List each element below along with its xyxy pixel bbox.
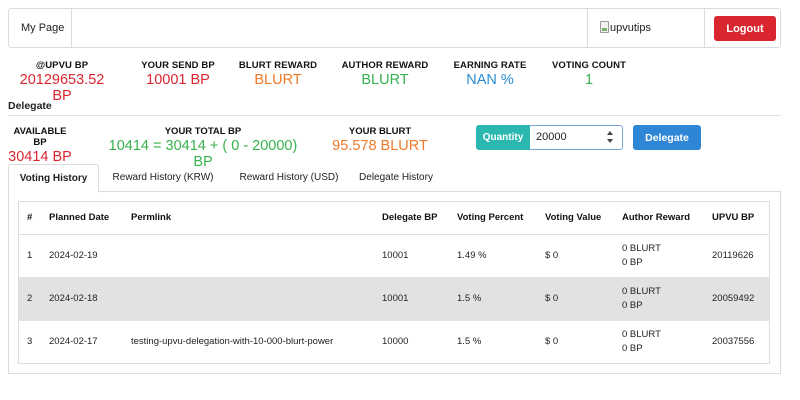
stat-earning-rate: EARNING RATE NAN % [440,60,540,88]
stat-value: BLURT [254,72,302,88]
stat-label: VOTING COUNT [551,60,627,71]
cell-num: 3 [27,335,33,347]
reward-bp: 0 BP [622,256,643,268]
stat-label: BLURT REWARD [238,60,318,71]
cell-voting-value: $ 0 [545,335,559,347]
delegate-section-title: Delegate [8,100,52,112]
table-row: 1 2024-02-19 10001 1.49 % $ 0 0 BLURT 0 B… [19,234,769,278]
tab-reward-history-usd[interactable]: Reward History (USD) [230,164,348,192]
stat-label: @UPVU BP [35,60,89,71]
stat-label: EARNING RATE [453,60,527,71]
cell-num: 2 [19,277,41,321]
cell-date: 2024-02-17 [49,335,98,347]
cell-upvu-bp: 20059492 [704,277,769,321]
cell-num: 1 [19,234,41,278]
cell-date: 2024-02-19 [41,234,123,278]
brand-link[interactable]: My Page [9,9,72,47]
top-navbar: My Page upvutips Logout [8,8,781,48]
history-tabs: Voting History Reward History (KRW) Rewa… [8,164,781,193]
column-header: Author Reward [614,202,704,235]
available-bp-label: AVAILABLE BP [13,126,67,148]
reward-blurt: 0 BLURT [622,242,661,254]
table-row: 2 2024-02-18 10001 1.5 % $ 0 0 BLURT 0 BP… [19,277,769,321]
broken-image-icon [600,21,609,33]
cell-author-reward: 0 BLURT 0 BP [614,277,704,321]
column-header: Planned Date [41,202,123,235]
username: upvutips [610,22,651,34]
cell-voting-percent: 1.5 % [457,335,482,347]
stat-label: AUTHOR REWARD [341,60,429,71]
column-header: Voting Value [537,202,614,235]
column-header: # [19,202,41,235]
cell-voting-percent: 1.49 % [449,234,537,278]
cell-upvu-bp: 20037556 [712,335,755,347]
stat-label: YOUR SEND BP [141,60,215,71]
cell-voting-percent: 1.5 % [449,277,537,321]
tab-delegate-history[interactable]: Delegate History [353,164,439,192]
stat-value: BLURT [361,72,409,88]
stat-value: NAN % [466,72,514,88]
stat-voting-count: VOTING COUNT 1 [539,60,639,88]
quantity-group: Quantity 20000 [476,125,623,150]
cell-permlink[interactable]: testing-upvu-delegation-with-10-000-blur… [123,320,374,363]
reward-bp: 0 BP [622,342,643,354]
voting-history-table: # Planned Date Permlink Delegate BP Voti… [18,201,770,364]
your-blurt-label: YOUR BLURT [348,126,412,137]
your-blurt-value: 95.578 BLURT [332,138,428,154]
available-bp: AVAILABLE BP 30414 BP [8,126,72,165]
spinner-arrows-icon[interactable] [606,131,614,143]
stat-author-reward: AUTHOR REWARD BLURT [335,60,435,88]
quantity-label: Quantity [476,125,530,150]
stat-blurt-reward: BLURT REWARD BLURT [228,60,328,88]
logout-button[interactable]: Logout [714,16,776,41]
column-header: UPVU BP [704,202,769,235]
cell-date: 2024-02-18 [41,277,123,321]
delegate-button[interactable]: Delegate [633,125,701,150]
cell-delegate-bp: 10001 [374,277,449,321]
cell-author-reward: 0 BLURT 0 BP [614,320,704,363]
reward-blurt: 0 BLURT [622,328,661,340]
total-bp-label: YOUR TOTAL BP [164,126,242,137]
quantity-value: 20000 [536,131,567,143]
quantity-input[interactable]: 20000 [530,125,623,150]
table-row: 3 2024-02-17 testing-upvu-delegation-wit… [19,320,769,363]
cell-voting-value: $ 0 [537,277,614,321]
section-divider [8,115,781,116]
column-header: Voting Percent [449,202,537,235]
stat-upvu-bp: @UPVU BP 20129653.52 BP [8,60,116,104]
cell-delegate-bp: 10000 [382,335,409,347]
user-menu[interactable]: upvutips [587,9,705,47]
cell-permlink [123,277,374,321]
your-blurt: YOUR BLURT 95.578 BLURT [330,126,430,154]
cell-permlink [123,234,374,278]
cell-delegate-bp: 10001 [374,234,449,278]
stat-value: 10001 BP [146,72,210,88]
reward-bp: 0 BP [622,299,643,311]
column-header: Delegate BP [374,202,449,235]
cell-voting-value: $ 0 [537,234,614,278]
cell-upvu-bp: 20119626 [704,234,769,278]
stat-value: 1 [584,72,594,88]
column-header: Permlink [123,202,374,235]
reward-blurt: 0 BLURT [622,285,661,297]
stat-your-send-bp: YOUR SEND BP 10001 BP [128,60,228,88]
tab-voting-history[interactable]: Voting History [8,164,99,193]
table-header-row: # Planned Date Permlink Delegate BP Voti… [19,202,769,235]
cell-author-reward: 0 BLURT 0 BP [614,234,704,278]
available-bp-value: 30414 BP [8,149,72,165]
tab-reward-history-krw[interactable]: Reward History (KRW) [104,164,222,192]
